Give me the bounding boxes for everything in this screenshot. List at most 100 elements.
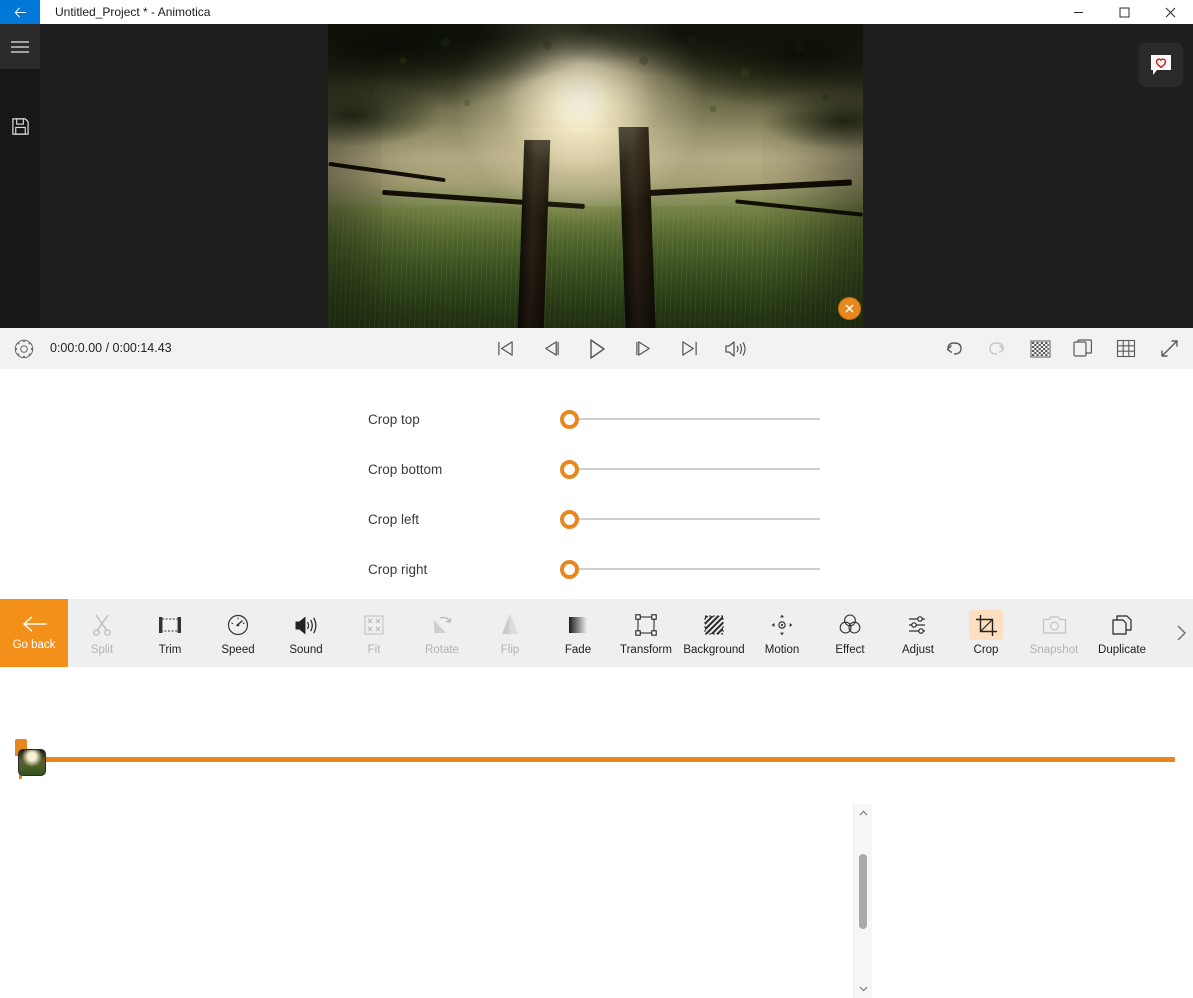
checkerboard-button[interactable] <box>1028 337 1052 361</box>
tool-label: Background <box>683 644 745 656</box>
editor-actions <box>942 328 1181 369</box>
tool-rotate[interactable]: Rotate <box>408 599 476 667</box>
copy-button[interactable] <box>1071 337 1095 361</box>
crop-top-row: Crop top <box>0 394 880 444</box>
window-back-button[interactable] <box>0 0 40 24</box>
slider-thumb[interactable] <box>560 459 579 479</box>
window-controls <box>1055 0 1193 24</box>
tool-list: Split Trim Speed Sound Fit Rotate Flip F… <box>68 599 1173 667</box>
tool-label: Duplicate <box>1098 644 1146 656</box>
scissors-icon <box>85 610 119 640</box>
tool-label: Trim <box>158 644 182 656</box>
play-button[interactable] <box>585 337 609 361</box>
save-button[interactable] <box>0 109 40 143</box>
close-circle-icon <box>845 304 854 313</box>
tool-label: Speed <box>221 644 255 656</box>
tool-background[interactable]: Background <box>680 599 748 667</box>
crop-bottom-slider[interactable] <box>560 459 820 479</box>
undo-button[interactable] <box>942 337 966 361</box>
tool-fit[interactable]: Fit <box>340 599 408 667</box>
save-disk-icon <box>11 117 29 135</box>
crop-top-slider[interactable] <box>560 409 820 429</box>
fade-icon <box>561 610 595 640</box>
skip-to-start-button[interactable] <box>493 337 517 361</box>
fullscreen-button[interactable] <box>1157 337 1181 361</box>
minimize-icon <box>1073 11 1083 13</box>
video-clip-thumbnail[interactable] <box>18 749 46 776</box>
tool-label: Adjust <box>902 644 934 656</box>
tool-sound[interactable]: Sound <box>272 599 340 667</box>
fit-icon <box>357 610 391 640</box>
video-vignette <box>328 24 863 328</box>
tool-fade[interactable]: Fade <box>544 599 612 667</box>
rotate-icon <box>425 610 459 640</box>
slider-rail <box>569 468 820 470</box>
preview-settings-button[interactable] <box>13 338 35 360</box>
tool-label: Crop <box>973 644 999 656</box>
slider-rail <box>569 568 820 570</box>
scroll-up-button[interactable] <box>854 804 872 822</box>
tool-snapshot[interactable]: Snapshot <box>1020 599 1088 667</box>
tool-motion[interactable]: Motion <box>748 599 816 667</box>
tool-label: Sound <box>289 644 323 656</box>
tool-flip[interactable]: Flip <box>476 599 544 667</box>
title-bar: Untitled_Project * - Animotica <box>0 0 1193 24</box>
video-preview[interactable] <box>328 24 863 328</box>
tool-adjust[interactable]: Adjust <box>884 599 952 667</box>
feedback-button[interactable] <box>1139 43 1183 87</box>
go-back-label: Go back <box>12 639 56 651</box>
tool-trim[interactable]: Trim <box>136 599 204 667</box>
crop-right-slider[interactable] <box>560 559 820 579</box>
panel-scrollbar[interactable] <box>853 804 872 998</box>
maximize-button[interactable] <box>1101 0 1147 24</box>
minimize-button[interactable] <box>1055 0 1101 24</box>
skip-start-icon <box>497 341 513 356</box>
transport-bar: 0:00:0.00 / 0:00:14.43 <box>0 328 1193 369</box>
previous-frame-button[interactable] <box>539 337 563 361</box>
clip-thumbnail-image <box>19 750 45 775</box>
timeline-track[interactable] <box>44 757 1175 762</box>
expand-arrows-icon <box>1160 339 1178 357</box>
bottom-toolbar: Go back Split Trim Speed Sound Fit Rotat… <box>0 599 1193 667</box>
tool-label: Flip <box>500 644 520 656</box>
tool-speed[interactable]: Speed <box>204 599 272 667</box>
skip-to-end-button[interactable] <box>677 337 701 361</box>
back-arrow-icon <box>14 6 26 18</box>
tool-label: Snapshot <box>1029 644 1079 656</box>
crop-left-row: Crop left <box>0 494 880 544</box>
remove-clip-button[interactable] <box>838 297 861 320</box>
hamburger-menu-icon <box>11 40 29 53</box>
slider-thumb[interactable] <box>560 559 579 579</box>
next-frame-button[interactable] <box>631 337 655 361</box>
redo-button[interactable] <box>985 337 1009 361</box>
tool-split[interactable]: Split <box>68 599 136 667</box>
close-button[interactable] <box>1147 0 1193 24</box>
slider-thumb[interactable] <box>560 409 579 429</box>
tool-transform[interactable]: Transform <box>612 599 680 667</box>
tool-crop[interactable]: Crop <box>952 599 1020 667</box>
heart-feedback-icon <box>1151 55 1171 75</box>
tool-effect[interactable]: Effect <box>816 599 884 667</box>
go-back-button[interactable]: Go back <box>0 599 68 667</box>
sliders-icon <box>901 610 935 640</box>
toolbar-next-button[interactable] <box>1171 599 1191 667</box>
grid-button[interactable] <box>1114 337 1138 361</box>
left-rail <box>0 24 40 328</box>
slider-rail <box>569 418 820 420</box>
chevron-right-icon <box>1177 625 1186 641</box>
crop-left-slider[interactable] <box>560 509 820 529</box>
redo-icon <box>989 342 1005 355</box>
scrollbar-thumb[interactable] <box>859 854 867 929</box>
tool-duplicate[interactable]: Duplicate <box>1088 599 1156 667</box>
duplicate-icon <box>1105 610 1139 640</box>
volume-icon <box>725 340 746 357</box>
crop-icon <box>969 610 1003 640</box>
volume-icon <box>289 610 323 640</box>
maximize-icon <box>1119 7 1129 17</box>
arrow-left-icon <box>22 616 47 632</box>
menu-button[interactable] <box>0 24 40 69</box>
volume-button[interactable] <box>723 337 747 361</box>
slider-thumb[interactable] <box>560 509 579 529</box>
preview-stage <box>0 24 1193 328</box>
scroll-down-button[interactable] <box>854 980 872 998</box>
